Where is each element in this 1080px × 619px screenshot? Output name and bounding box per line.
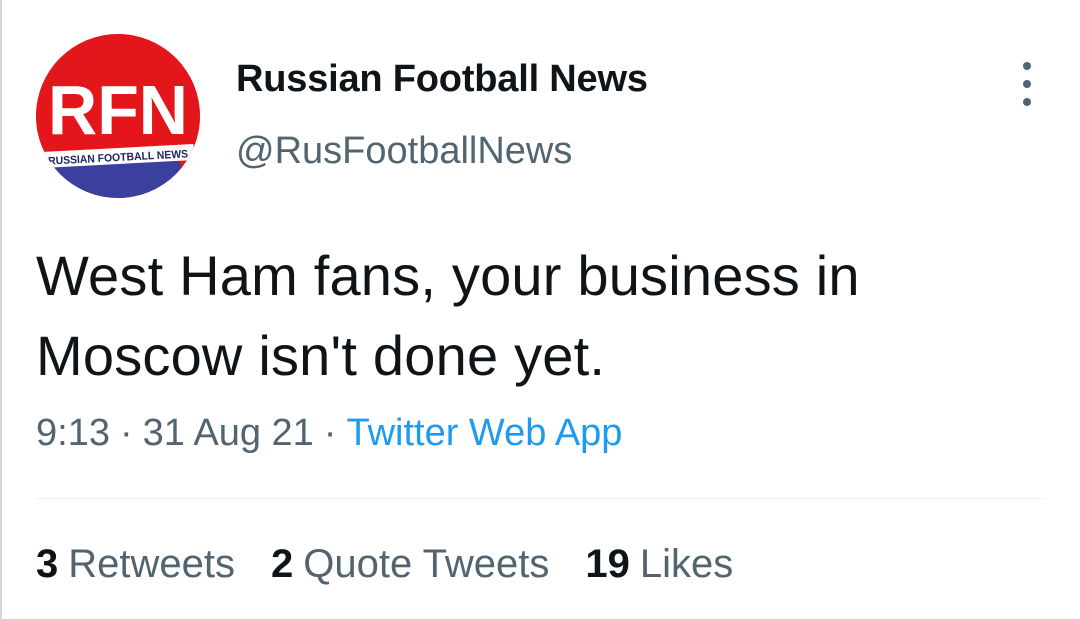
- left-border: [0, 0, 2, 619]
- tweet-text: West Ham fans, your business in Moscow i…: [36, 236, 1036, 396]
- tweet-card: RFN RUSSIAN FOOTBALL NEWS Russian Footba…: [36, 0, 1046, 619]
- more-vertical-icon-dot: [1023, 80, 1031, 88]
- retweets-label: Retweets: [68, 542, 235, 586]
- likes-stat[interactable]: 19 Likes: [585, 542, 733, 587]
- author-name[interactable]: Russian Football News: [236, 58, 648, 101]
- retweets-stat[interactable]: 3 Retweets: [36, 542, 235, 587]
- avatar[interactable]: RFN RUSSIAN FOOTBALL NEWS: [36, 34, 200, 198]
- meta-separator: ·: [119, 412, 133, 454]
- quote-tweets-count: 2: [271, 542, 294, 586]
- rfn-logo: RFN RUSSIAN FOOTBALL NEWS: [36, 34, 200, 198]
- quote-tweets-label: Quote Tweets: [303, 542, 550, 586]
- author-handle[interactable]: @RusFootballNews: [236, 130, 572, 173]
- more-options-button[interactable]: [1012, 62, 1042, 106]
- divider: [36, 498, 1046, 499]
- likes-label: Likes: [639, 542, 734, 586]
- more-vertical-icon: [1023, 62, 1031, 70]
- quote-tweets-stat[interactable]: 2 Quote Tweets: [271, 542, 549, 587]
- tweet-stats: 3 Retweets 2 Quote Tweets 19 Likes: [36, 542, 733, 587]
- more-vertical-icon-dot: [1023, 98, 1031, 106]
- meta-separator: ·: [323, 412, 337, 454]
- tweet-text-line: West Ham fans, your business in: [36, 244, 860, 307]
- tweet-source-link[interactable]: Twitter Web App: [346, 412, 622, 454]
- avatar-initials: RFN: [48, 71, 188, 149]
- tweet-meta: 9:13 · 31 Aug 21 · Twitter Web App: [36, 412, 622, 455]
- tweet-text-line: Moscow isn't done yet.: [36, 324, 606, 387]
- likes-count: 19: [585, 542, 630, 586]
- tweet-time[interactable]: 9:13: [36, 412, 110, 454]
- retweets-count: 3: [36, 542, 59, 586]
- tweet-date[interactable]: 31 Aug 21: [143, 412, 314, 454]
